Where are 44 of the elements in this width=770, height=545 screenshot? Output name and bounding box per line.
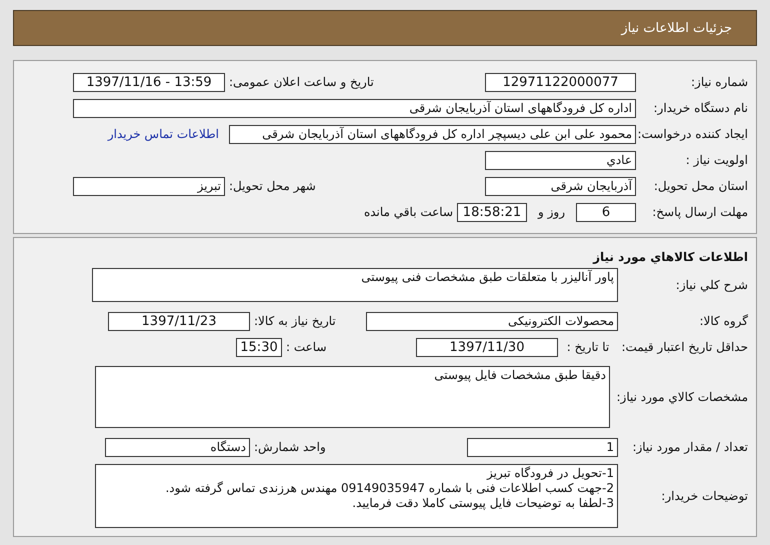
page-title: جزئیات اطلاعات نیاز xyxy=(621,20,732,36)
field-label: استان محل تحویل: xyxy=(652,179,749,193)
section-title: اطلاعات کالاهاي مورد نیاز xyxy=(592,249,749,266)
field-label: مهلت ارسال پاسخ: xyxy=(651,205,749,219)
remaining-text: ساعت باقي مانده xyxy=(362,205,454,219)
field-label: حداقل تاریخ اعتبار قیمت: xyxy=(620,340,749,354)
field-label: توضیحات خریدار: xyxy=(660,489,749,503)
field-label: تعداد / مقدار مورد نیاز: xyxy=(631,440,749,454)
note-line: 1-تحویل در فرودگاه تبریز xyxy=(486,466,614,481)
requester-field[interactable]: محمود علی ابن علی دیسپچر اداره کل فرودگاههای استان آذربایجان شرقی xyxy=(229,124,636,144)
days-text: روز و xyxy=(536,205,566,219)
goods-group-field[interactable]: محصولات الکترونیکی xyxy=(366,312,618,330)
priority-field[interactable]: عادي xyxy=(485,150,636,170)
specs-field[interactable]: دقیقا طبق مشخصات فایل پیوستی xyxy=(95,366,610,428)
validity-time-field[interactable]: 15:30 xyxy=(236,338,282,356)
description-field[interactable]: پاور آنالیزر با متعلقات طبق مشخصات فنی پیوستی xyxy=(92,268,618,302)
field-label: گروه کالا: xyxy=(698,314,749,328)
need-number-field[interactable]: 12971122000077 xyxy=(485,72,636,92)
notes-field[interactable]: 1-تحویل در فرودگاه تبریز 2-جهت کسب اطلاعات فنی با شماره 09149035947 مهندس هرزندی تماس گرفته شود. 3-لطفا به توضیحات فایل پیوستی کاملا دقت فرمایید. xyxy=(95,464,618,528)
days-field[interactable]: 6 xyxy=(576,202,636,222)
field-label: اولویت نیاز : xyxy=(684,153,749,167)
quantity-field[interactable]: 1 xyxy=(467,438,618,456)
validity-date-field[interactable]: 1397/11/30 xyxy=(416,338,558,356)
field-label: شماره نیاز: xyxy=(690,75,749,89)
field-label: واحد شمارش: xyxy=(253,440,327,454)
field-label: مشخصات کالاي مورد نیاز: xyxy=(615,390,749,404)
buyer-contact-link[interactable]: اطلاعات تماس خریدار xyxy=(108,127,219,141)
date-label: تا تاریخ : xyxy=(566,340,610,354)
field-label: تاریخ و ساعت اعلان عمومی: xyxy=(228,75,375,89)
field-label: ایجاد کننده درخواست: xyxy=(636,127,749,141)
buyer-org-field[interactable]: اداره کل فرودگاههای استان آذربایجان شرقی xyxy=(73,98,636,118)
field-label: شهر محل تحویل: xyxy=(228,179,317,193)
field-label: نام دستگاه خریدار: xyxy=(652,101,749,115)
announce-datetime-field[interactable]: 1397/11/16 - 13:59 xyxy=(73,72,225,92)
need-date-field[interactable]: 1397/11/23 xyxy=(108,312,250,330)
note-line: 2-جهت کسب اطلاعات فنی با شماره 09149035947 مهندس هرزندی تماس گرفته شود. xyxy=(164,481,614,496)
field-label: تاریخ نیاز به کالا: xyxy=(253,314,337,328)
remaining-time-field[interactable]: 18:58:21 xyxy=(457,202,527,222)
province-field[interactable]: آذربایجان شرقی xyxy=(485,176,636,196)
field-label: ساعت : xyxy=(285,340,328,354)
unit-field[interactable]: دستگاه xyxy=(105,438,250,456)
city-field[interactable]: تبریز xyxy=(73,176,225,196)
note-line: 3-لطفا به توضیحات فایل پیوستی کاملا دقت فرمایید. xyxy=(351,496,614,511)
field-label: شرح کلي نیاز: xyxy=(674,278,749,292)
